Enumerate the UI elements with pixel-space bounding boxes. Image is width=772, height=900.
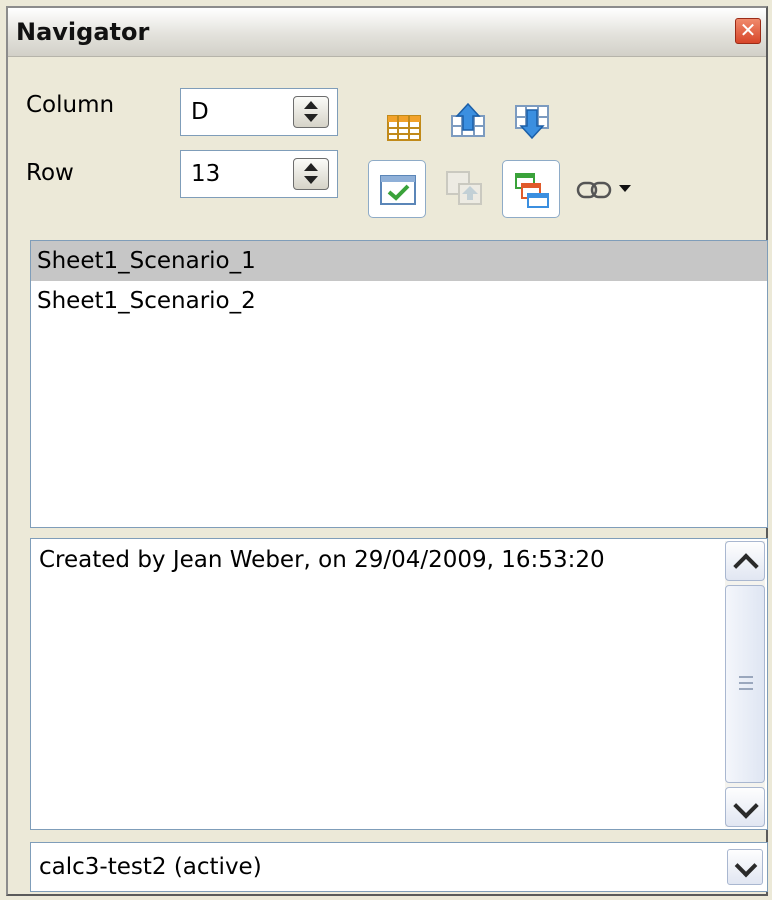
spin-up-icon[interactable] xyxy=(304,101,318,109)
grip-line xyxy=(739,676,753,678)
grip-line xyxy=(739,682,753,684)
scenarios-button[interactable] xyxy=(502,160,560,218)
scenario-label: Sheet1_Scenario_2 xyxy=(37,288,256,314)
dropdown-button[interactable] xyxy=(727,849,763,885)
title-bar: Navigator ✕ xyxy=(8,8,766,57)
scenarios-icon xyxy=(515,173,549,208)
contents-button[interactable] xyxy=(368,160,426,218)
window-title: Navigator xyxy=(16,18,150,46)
comment-text: Created by Jean Weber, on 29/04/2009, 16… xyxy=(39,547,605,573)
spin-down-icon[interactable] xyxy=(304,176,318,184)
end-icon[interactable] xyxy=(512,100,552,140)
row-value[interactable]: 13 xyxy=(191,161,220,187)
column-spin-arrows[interactable] xyxy=(293,96,329,128)
list-item[interactable]: Sheet1_Scenario_1 xyxy=(31,241,767,281)
document-select-value: calc3-test2 (active) xyxy=(39,854,262,880)
chevron-up-icon xyxy=(733,553,759,579)
document-select[interactable]: calc3-test2 (active) xyxy=(30,842,768,892)
scenario-list: Sheet1_Scenario_1 Sheet1_Scenario_2 xyxy=(30,240,768,528)
row-spin-arrows[interactable] xyxy=(293,158,329,190)
scroll-thumb[interactable] xyxy=(725,585,765,783)
contents-icon xyxy=(380,175,416,205)
spin-down-icon[interactable] xyxy=(304,114,318,122)
close-icon[interactable]: ✕ xyxy=(735,18,761,44)
chevron-down-icon xyxy=(734,854,758,878)
column-spinbox[interactable]: D xyxy=(180,88,338,136)
vertical-scrollbar[interactable] xyxy=(725,541,765,827)
row-spinbox[interactable]: 13 xyxy=(180,150,338,198)
row-label: Row xyxy=(26,160,74,186)
spin-up-icon[interactable] xyxy=(304,163,318,171)
scenario-label: Sheet1_Scenario_1 xyxy=(37,248,256,274)
list-item[interactable]: Sheet1_Scenario_2 xyxy=(31,281,767,321)
column-label: Column xyxy=(26,92,115,118)
navigator-window: Navigator ✕ Column D Row 13 Sheet1_Scena… xyxy=(6,6,768,896)
column-value[interactable]: D xyxy=(191,99,209,125)
scroll-down-button[interactable] xyxy=(725,787,765,827)
drag-mode-dropdown-icon[interactable] xyxy=(618,184,632,194)
drag-mode-link-icon[interactable] xyxy=(574,170,614,210)
toggle-icon[interactable] xyxy=(444,168,484,208)
scroll-up-button[interactable] xyxy=(725,541,765,581)
data-range-icon[interactable] xyxy=(384,108,424,148)
grip-line xyxy=(739,688,753,690)
start-icon[interactable] xyxy=(448,102,488,142)
scenario-comment[interactable]: Created by Jean Weber, on 29/04/2009, 16… xyxy=(30,538,768,830)
chevron-down-icon xyxy=(733,793,759,819)
